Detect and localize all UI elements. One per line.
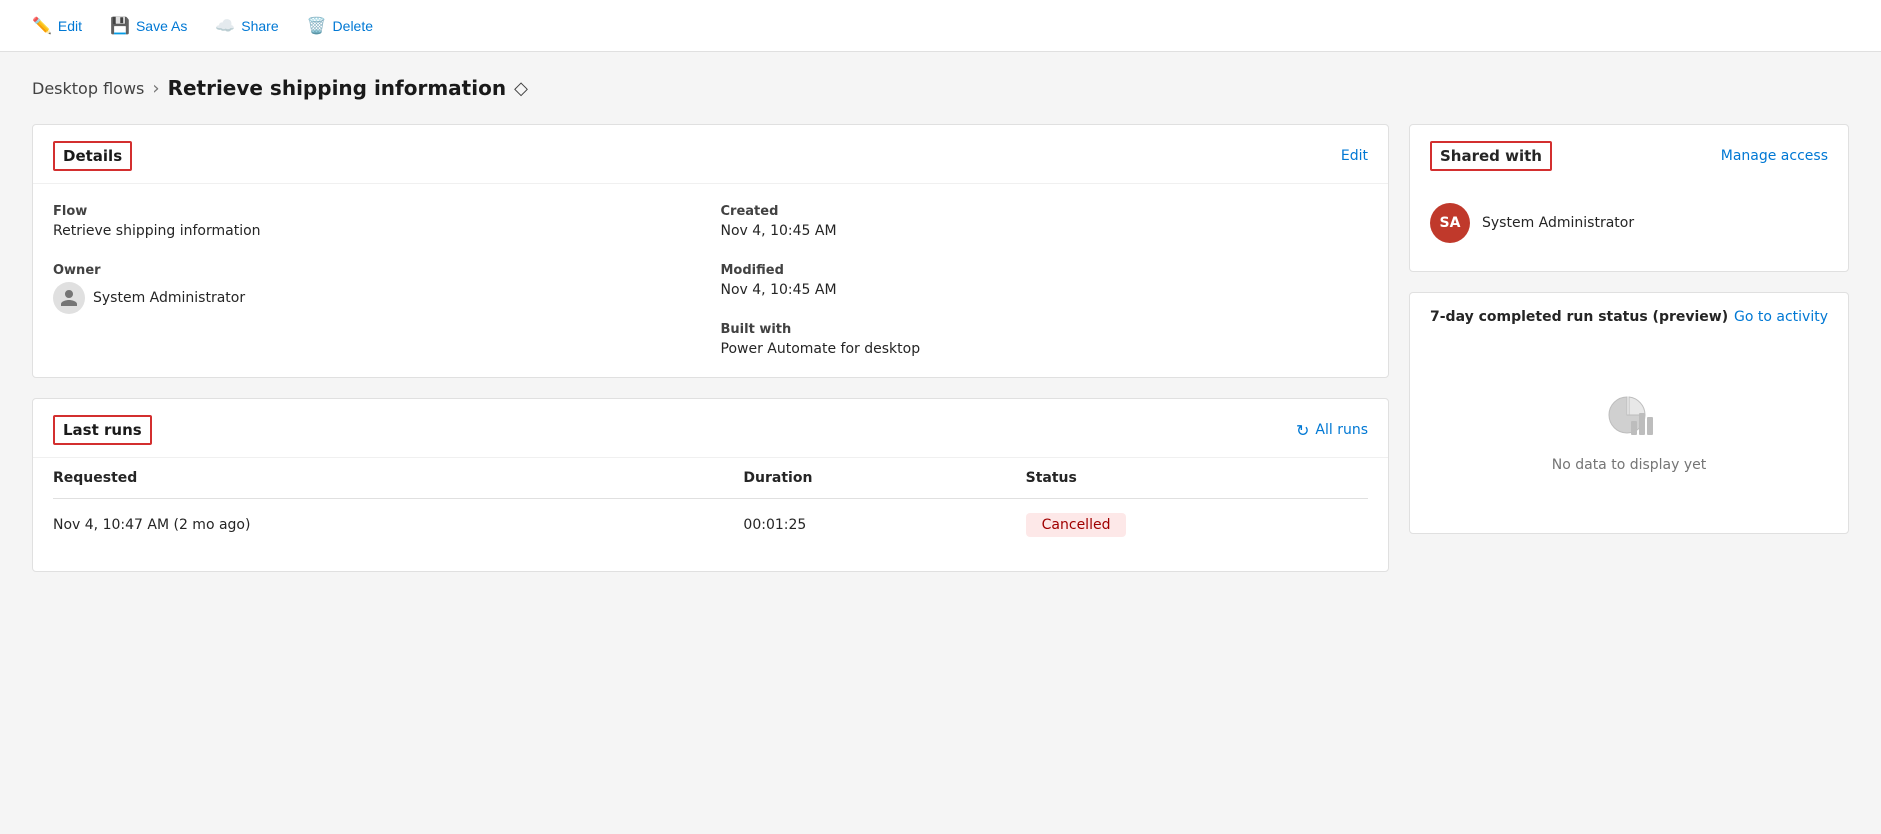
modified-label: Modified bbox=[721, 263, 1369, 278]
runs-table-wrap: Requested Duration Status Nov 4, 10:47 A… bbox=[33, 458, 1388, 571]
modified-group: Modified Nov 4, 10:45 AM bbox=[721, 263, 1369, 298]
no-data-text: No data to display yet bbox=[1552, 457, 1707, 473]
breadcrumb: Desktop flows › Retrieve shipping inform… bbox=[32, 76, 1849, 100]
details-edit-link[interactable]: Edit bbox=[1341, 148, 1368, 164]
go-to-activity-link[interactable]: Go to activity bbox=[1734, 309, 1828, 325]
cell-status: Cancelled bbox=[1026, 499, 1368, 552]
details-title: Details bbox=[53, 141, 132, 171]
col-status: Status bbox=[1026, 458, 1368, 499]
shared-with-body: SA System Administrator bbox=[1410, 183, 1848, 271]
details-card: Details Edit Flow Retrieve shipping info… bbox=[32, 124, 1389, 378]
owner-row: System Administrator bbox=[53, 282, 701, 314]
col-duration: Duration bbox=[723, 458, 1025, 499]
all-runs-link[interactable]: ↻ All runs bbox=[1296, 421, 1368, 440]
share-icon: ☁️ bbox=[215, 16, 235, 36]
col-requested: Requested bbox=[53, 458, 723, 499]
saveas-icon: 💾 bbox=[110, 16, 130, 36]
cell-duration: 00:01:25 bbox=[723, 499, 1025, 552]
built-value: Power Automate for desktop bbox=[721, 341, 1369, 357]
last-runs-card: Last runs ↻ All runs Requested Duration … bbox=[32, 398, 1389, 572]
edit-label: Edit bbox=[58, 18, 82, 34]
created-value: Nov 4, 10:45 AM bbox=[721, 223, 1369, 239]
owner-group: Owner System Administrator bbox=[53, 263, 701, 314]
share-button[interactable]: ☁️ Share bbox=[203, 10, 290, 42]
details-body: Flow Retrieve shipping information Owner bbox=[33, 184, 1388, 377]
table-row: Nov 4, 10:47 AM (2 mo ago) 00:01:25 Canc… bbox=[53, 499, 1368, 552]
shared-with-title: Shared with bbox=[1430, 141, 1552, 171]
shared-with-header: Shared with Manage access bbox=[1410, 125, 1848, 183]
content-layout: Details Edit Flow Retrieve shipping info… bbox=[32, 124, 1849, 572]
breadcrumb-current: Retrieve shipping information bbox=[168, 76, 507, 100]
sa-avatar: SA bbox=[1430, 203, 1470, 243]
right-column: Shared with Manage access SA System Admi… bbox=[1409, 124, 1849, 534]
manage-access-link[interactable]: Manage access bbox=[1721, 148, 1828, 164]
refresh-icon: ↻ bbox=[1296, 421, 1309, 440]
delete-icon: 🗑️ bbox=[307, 16, 327, 36]
shared-user-name: System Administrator bbox=[1482, 215, 1634, 231]
owner-avatar bbox=[53, 282, 85, 314]
flow-label: Flow bbox=[53, 204, 701, 219]
person-icon bbox=[59, 288, 79, 308]
diamond-icon: ◇ bbox=[514, 78, 528, 99]
owner-label: Owner bbox=[53, 263, 701, 278]
breadcrumb-separator: › bbox=[152, 78, 159, 99]
details-card-header: Details Edit bbox=[33, 125, 1388, 184]
left-column: Details Edit Flow Retrieve shipping info… bbox=[32, 124, 1389, 572]
built-label: Built with bbox=[721, 322, 1369, 337]
shared-user-item: SA System Administrator bbox=[1430, 195, 1828, 251]
delete-label: Delete bbox=[333, 18, 373, 34]
activity-title: 7-day completed run status (preview) bbox=[1430, 309, 1728, 325]
no-data-area: No data to display yet bbox=[1430, 365, 1828, 493]
runs-table: Requested Duration Status Nov 4, 10:47 A… bbox=[53, 458, 1368, 551]
last-runs-title: Last runs bbox=[53, 415, 152, 445]
owner-value: System Administrator bbox=[93, 290, 245, 306]
activity-card: 7-day completed run status (preview) Go … bbox=[1409, 292, 1849, 534]
built-group: Built with Power Automate for desktop bbox=[721, 322, 1369, 357]
saveas-label: Save As bbox=[136, 18, 187, 34]
last-runs-header: Last runs ↻ All runs bbox=[33, 399, 1388, 458]
no-data-chart-icon bbox=[1599, 385, 1659, 445]
cell-requested: Nov 4, 10:47 AM (2 mo ago) bbox=[53, 499, 723, 552]
saveas-button[interactable]: 💾 Save As bbox=[98, 10, 199, 42]
created-label: Created bbox=[721, 204, 1369, 219]
modified-value: Nov 4, 10:45 AM bbox=[721, 282, 1369, 298]
toolbar: ✏️ Edit 💾 Save As ☁️ Share 🗑️ Delete bbox=[0, 0, 1881, 52]
share-label: Share bbox=[241, 18, 278, 34]
created-group: Created Nov 4, 10:45 AM bbox=[721, 204, 1369, 239]
main-content: Desktop flows › Retrieve shipping inform… bbox=[0, 52, 1881, 596]
shared-with-card: Shared with Manage access SA System Admi… bbox=[1409, 124, 1849, 272]
edit-icon: ✏️ bbox=[32, 16, 52, 36]
edit-button[interactable]: ✏️ Edit bbox=[20, 10, 94, 42]
flow-group: Flow Retrieve shipping information bbox=[53, 204, 701, 239]
delete-button[interactable]: 🗑️ Delete bbox=[295, 10, 385, 42]
flow-value: Retrieve shipping information bbox=[53, 223, 701, 239]
breadcrumb-parent[interactable]: Desktop flows bbox=[32, 79, 144, 98]
all-runs-label: All runs bbox=[1315, 422, 1368, 438]
status-badge: Cancelled bbox=[1026, 513, 1127, 537]
activity-header: 7-day completed run status (preview) Go … bbox=[1430, 309, 1828, 325]
